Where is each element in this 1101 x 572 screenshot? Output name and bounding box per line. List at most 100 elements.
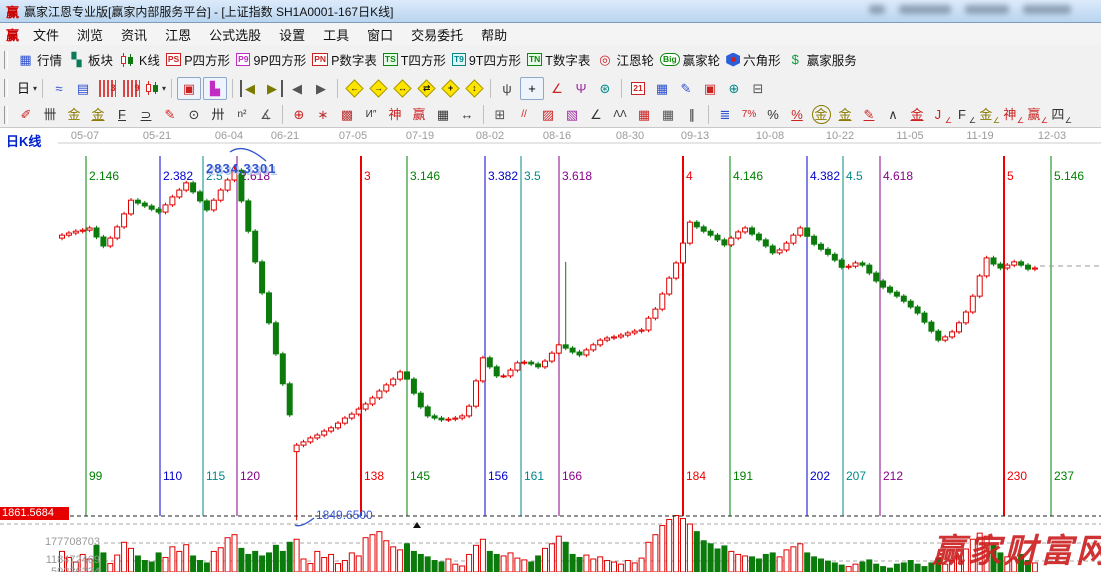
zoom-vertical-button[interactable]: ↕ — [463, 78, 485, 99]
draw-grid2-icon[interactable]: 卅 — [207, 104, 229, 125]
menu-help[interactable]: 帮助 — [472, 26, 516, 45]
quotes-button[interactable]: ▦行情 — [14, 49, 65, 70]
notes-button[interactable]: ✎ — [675, 78, 697, 99]
draw-shen-grid-icon[interactable]: 神 — [384, 104, 406, 125]
draw-width-arrow-icon[interactable]: ↔ — [456, 104, 478, 125]
goto-last-button[interactable]: ▶ — [262, 78, 284, 99]
print-button[interactable]: ⊟ — [747, 78, 769, 99]
shen-angle-icon[interactable]: 神∠ — [1002, 104, 1024, 125]
draw-pen2-icon[interactable]: ✎ — [159, 104, 181, 125]
draw-pen-flag-icon[interactable]: ✐ — [15, 104, 37, 125]
save-button[interactable]: ▣ — [699, 78, 721, 99]
draw-scale-grid-icon[interactable]: 卌 — [39, 104, 61, 125]
draw-web-box-icon[interactable]: ▩ — [336, 104, 358, 125]
info-panel-icon[interactable]: ▤ — [72, 78, 94, 99]
draw-time-circle-icon[interactable]: ⊙ — [183, 104, 205, 125]
draw-fan-icon[interactable]: // — [513, 104, 535, 125]
menu-settings[interactable]: 设置 — [270, 26, 314, 45]
pan-left-button[interactable]: ← — [343, 78, 365, 99]
gold-angle-icon[interactable]: 金∠ — [978, 104, 1000, 125]
win-angle-icon[interactable]: 赢∠ — [1026, 104, 1048, 125]
swap-view-button[interactable]: ⇄ — [415, 78, 437, 99]
angle-tool-button[interactable]: ∠ — [546, 78, 568, 99]
kline-chart-canvas[interactable]: 05-0705-2106-0406-2107-0507-1908-0208-16… — [0, 128, 1101, 572]
winner-wheel-button[interactable]: Big赢家轮 — [657, 49, 723, 70]
draw-wave-mark-icon[interactable]: И″ — [360, 104, 382, 125]
chart-area[interactable]: 05-0705-2106-0406-2107-0507-1908-0208-16… — [0, 128, 1101, 572]
gold-circle-icon[interactable]: 金 — [810, 104, 832, 125]
pane-type-label[interactable]: 日K线 — [6, 131, 41, 150]
p-number-button[interactable]: PNP数字表 — [309, 49, 380, 70]
calculator-button[interactable]: ▦ — [651, 78, 673, 99]
t-square-button[interactable]: TST四方形 — [380, 49, 449, 70]
menu-file[interactable]: 文件 — [24, 26, 68, 45]
analysis-bars-icon[interactable]: ≣ — [714, 104, 736, 125]
draw-black-grid-icon[interactable]: ▦ — [657, 104, 679, 125]
pattern-box-icon[interactable]: ▣ — [177, 77, 201, 100]
toolbar-grip[interactable] — [4, 79, 8, 97]
gold-underline2-icon[interactable]: 金 — [906, 104, 928, 125]
draw-circle-cross-icon[interactable]: ⊕ — [288, 104, 310, 125]
network-button[interactable]: ⊕ — [723, 78, 745, 99]
zoom-horizontal-button[interactable]: ↔ — [391, 78, 413, 99]
nine-p-square-button[interactable]: P99P四方形 — [233, 49, 309, 70]
draw-angle-lines-icon[interactable]: ∠ — [585, 104, 607, 125]
menu-browse[interactable]: 浏览 — [68, 26, 112, 45]
gann-tool-purple-icon[interactable]: Ψ — [570, 78, 592, 99]
zoom-in-button[interactable]: + — [439, 78, 461, 99]
color-histogram-icon[interactable]: ▙ — [203, 77, 227, 100]
draw-dense-grid-icon[interactable]: ▦ — [432, 104, 454, 125]
period-day-button[interactable]: 日▾ — [15, 78, 37, 99]
menu-window[interactable]: 窗口 — [358, 26, 402, 45]
menu-news[interactable]: 资讯 — [112, 26, 156, 45]
draw-n-squared-icon[interactable]: n² — [231, 104, 253, 125]
cycle-tool-teal-icon[interactable]: ⊛ — [594, 78, 616, 99]
toolbar-grip[interactable] — [4, 51, 8, 69]
percent-underline-icon[interactable]: % — [786, 104, 808, 125]
dropdown-caret[interactable]: ▾ — [33, 84, 37, 93]
draw-gold-scale1-icon[interactable]: 金 — [63, 104, 85, 125]
sectors-button[interactable]: ▚板块 — [65, 49, 116, 70]
calendar-button[interactable]: 21 — [627, 78, 649, 99]
draw-gold-scale2-icon[interactable]: 金 — [87, 104, 109, 125]
draw-parallel-icon[interactable]: ∥ — [681, 104, 703, 125]
draw-spiral-icon[interactable]: ⊃ — [135, 104, 157, 125]
minichart-9-icon[interactable]: 9 — [120, 78, 142, 99]
percent-icon[interactable]: % — [762, 104, 784, 125]
draw-f-scale-icon[interactable]: F — [111, 104, 133, 125]
menu-gann[interactable]: 江恩 — [156, 26, 200, 45]
next-bar-button[interactable]: ▶ — [310, 78, 332, 99]
pen-bars-icon[interactable]: ✎ — [858, 104, 880, 125]
draw-zigzag-icon[interactable]: ΛΛ — [609, 104, 631, 125]
percent-line-icon[interactable]: 7% — [738, 104, 760, 125]
candle-style-button[interactable]: ▾ — [144, 78, 166, 99]
menu-formula-picker[interactable]: 公式选股 — [200, 26, 270, 45]
draw-fan-box-icon[interactable]: ▨ — [537, 104, 559, 125]
pan-right-button[interactable]: → — [367, 78, 389, 99]
hand-tool-button[interactable]: ψ — [496, 78, 518, 99]
gold-line-icon[interactable]: 金 — [834, 104, 856, 125]
winner-service-button[interactable]: $赢家服务 — [784, 49, 860, 70]
toolbar-grip[interactable] — [4, 106, 8, 124]
wave-a-icon[interactable]: ∧ — [882, 104, 904, 125]
p-square-button[interactable]: PSP四方形 — [163, 49, 233, 70]
draw-web-icon[interactable]: ∗ — [312, 104, 334, 125]
minichart-3-icon[interactable]: 3 — [96, 78, 118, 99]
draw-box-handle-icon[interactable]: ⊞ — [489, 104, 511, 125]
menu-trading[interactable]: 交易委托 — [402, 26, 472, 45]
trend-window-icon[interactable]: ≈ — [48, 78, 70, 99]
hexagon-button[interactable]: 六角形 — [723, 49, 784, 70]
nine-t-square-button[interactable]: T99T四方形 — [449, 49, 524, 70]
t-number-button[interactable]: TNT数字表 — [524, 49, 593, 70]
crosshair-tool-button[interactable]: + — [520, 77, 544, 100]
j-angle-icon[interactable]: J∠ — [930, 104, 952, 125]
draw-angle-mirror-icon[interactable]: ∡ — [255, 104, 277, 125]
goto-first-button[interactable]: ◀ — [238, 78, 260, 99]
dropdown-caret[interactable]: ▾ — [162, 84, 166, 93]
kline-button[interactable]: K线 — [116, 49, 163, 70]
draw-fan-box2-icon[interactable]: ▧ — [561, 104, 583, 125]
f-angle-icon[interactable]: F∠ — [954, 104, 976, 125]
prev-bar-button[interactable]: ◀ — [286, 78, 308, 99]
draw-red-grid-icon[interactable]: ▦ — [633, 104, 655, 125]
menu-tools[interactable]: 工具 — [314, 26, 358, 45]
